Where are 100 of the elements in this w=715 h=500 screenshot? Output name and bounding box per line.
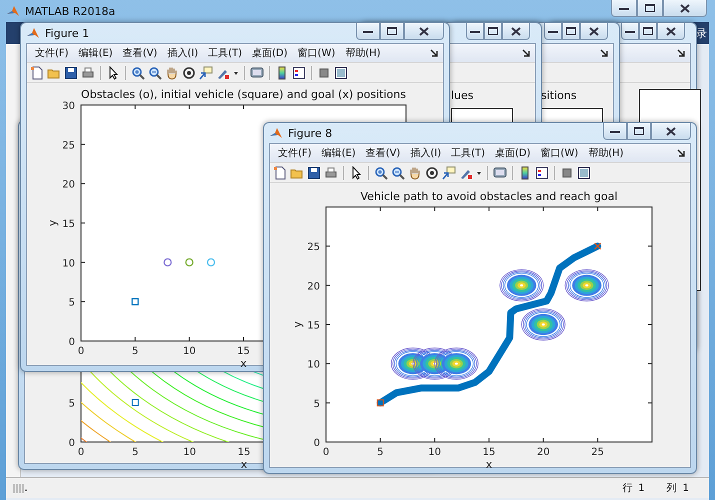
legend-icon[interactable] xyxy=(535,166,549,180)
menu-item[interactable]: 文件(F) xyxy=(31,46,73,60)
zoom-out-icon[interactable] xyxy=(148,66,162,80)
menu-item[interactable]: 编辑(E) xyxy=(318,146,360,160)
tick-label: 15 xyxy=(237,346,250,357)
close-button[interactable] xyxy=(502,23,530,40)
menu-item[interactable]: 编辑(E) xyxy=(74,46,117,60)
window-title: MATLAB R2018a xyxy=(25,4,116,18)
save-icon[interactable] xyxy=(64,66,78,80)
maximize-button[interactable] xyxy=(639,23,657,40)
tick-label: 0 xyxy=(78,447,84,458)
window-title: Figure 1 xyxy=(45,26,90,40)
tick-label: 30 xyxy=(62,101,75,112)
maximize-button[interactable] xyxy=(380,23,404,40)
window-title: Figure 8 xyxy=(288,126,334,140)
hand-icon[interactable] xyxy=(165,66,179,80)
minimize-button[interactable] xyxy=(603,123,627,140)
close-icon xyxy=(589,26,599,36)
minimize-icon xyxy=(548,28,558,34)
tick-label: 15 xyxy=(482,447,496,458)
matlab-logo-icon xyxy=(269,126,283,140)
dock-arrow-icon[interactable] xyxy=(430,48,439,58)
vehicle-marker xyxy=(132,399,139,406)
data-cursor-icon[interactable] xyxy=(442,166,456,180)
tick-label: 20 xyxy=(536,447,550,458)
minimize-button[interactable] xyxy=(544,23,562,40)
close-button[interactable] xyxy=(580,23,608,40)
menu-item[interactable]: 工具(T) xyxy=(447,146,490,160)
save-icon[interactable] xyxy=(307,166,321,180)
menu-item[interactable]: 桌面(D) xyxy=(491,146,535,160)
tick-label: 25 xyxy=(62,140,75,152)
minimize-icon xyxy=(619,5,629,11)
legend-icon[interactable] xyxy=(292,66,306,80)
menu-item[interactable]: 帮助(H) xyxy=(584,146,628,160)
dock-arrow-icon[interactable] xyxy=(677,48,686,58)
maximize-icon xyxy=(566,27,576,35)
maximize-button[interactable] xyxy=(484,23,502,40)
tick-label: 0 xyxy=(68,337,75,348)
status-value: 1 xyxy=(638,482,645,494)
tick-label: 10 xyxy=(183,447,196,458)
tick-label: 10 xyxy=(62,258,75,270)
menu-item[interactable]: 工具(T) xyxy=(204,46,246,60)
hand-icon[interactable] xyxy=(408,166,422,180)
dock-arrow-icon[interactable] xyxy=(522,48,531,58)
maximize-button[interactable] xyxy=(637,0,663,17)
grip-icon[interactable] xyxy=(12,482,28,494)
maximize-icon xyxy=(634,127,644,135)
minimize-button[interactable] xyxy=(611,0,637,17)
minimize-button[interactable] xyxy=(621,23,639,40)
close-button[interactable] xyxy=(651,123,691,140)
tick-label: 20 xyxy=(62,180,75,191)
zoom-in-icon[interactable] xyxy=(131,66,145,80)
menu-item[interactable]: 窗口(W) xyxy=(294,46,340,60)
menu-item[interactable]: 插入(I) xyxy=(406,146,446,160)
chart-title: Obstacles (o), initial vehicle (square) and goal (x) positions xyxy=(81,88,406,101)
dock-arrow-icon[interactable] xyxy=(677,148,686,158)
maximize-button[interactable] xyxy=(562,23,580,40)
menu-item[interactable]: 文件(F) xyxy=(274,146,316,160)
tick-label: 10 xyxy=(428,447,442,458)
maximize-button[interactable] xyxy=(627,123,651,140)
tick-label: 25 xyxy=(307,242,320,254)
close-icon xyxy=(511,26,521,36)
new-file-icon[interactable] xyxy=(273,166,287,180)
toolstrip-text: 录 xyxy=(696,26,707,40)
close-button[interactable] xyxy=(404,23,444,40)
new-file-icon[interactable] xyxy=(30,66,44,80)
menu-item[interactable]: 查看(V) xyxy=(118,46,162,60)
menu-item[interactable]: 窗口(W) xyxy=(536,146,582,160)
printer-icon[interactable] xyxy=(324,166,338,180)
close-button[interactable] xyxy=(657,23,685,40)
tick-label: 0 xyxy=(78,346,84,357)
menu-item[interactable]: 桌面(D) xyxy=(248,46,292,60)
minimize-icon xyxy=(363,28,373,34)
menu-item[interactable]: 查看(V) xyxy=(362,146,404,160)
chart-title: Vehicle path to avoid obstacles and reach goal xyxy=(360,190,618,203)
dock-arrow-icon[interactable] xyxy=(600,48,609,58)
maximize-icon xyxy=(387,27,397,35)
data-cursor-icon[interactable] xyxy=(199,66,213,80)
tick-label: 15 xyxy=(238,447,250,458)
minimize-button[interactable] xyxy=(466,23,484,40)
obstacle-contour-drawing xyxy=(521,308,566,341)
obstacle-contour-drawing xyxy=(564,269,609,302)
close-icon xyxy=(666,126,676,136)
menu-item[interactable]: 插入(I) xyxy=(163,46,202,60)
start-marker xyxy=(376,399,384,406)
close-icon xyxy=(680,4,690,12)
close-icon xyxy=(666,26,676,36)
zoom-in-icon[interactable] xyxy=(374,166,388,180)
tick-label: 20 xyxy=(307,281,320,292)
matlab-logo-icon xyxy=(6,4,20,18)
axis-label: x xyxy=(240,357,247,369)
tick-label: 0 xyxy=(322,447,330,458)
tick-label: 0 xyxy=(314,438,320,449)
zoom-out-icon[interactable] xyxy=(391,166,405,180)
printer-icon[interactable] xyxy=(81,66,95,80)
status-label: 行 xyxy=(622,482,632,495)
menu-item[interactable]: 帮助(H) xyxy=(341,46,385,60)
minimize-icon xyxy=(470,28,480,34)
minimize-button[interactable] xyxy=(356,23,380,40)
close-button[interactable] xyxy=(663,0,707,17)
